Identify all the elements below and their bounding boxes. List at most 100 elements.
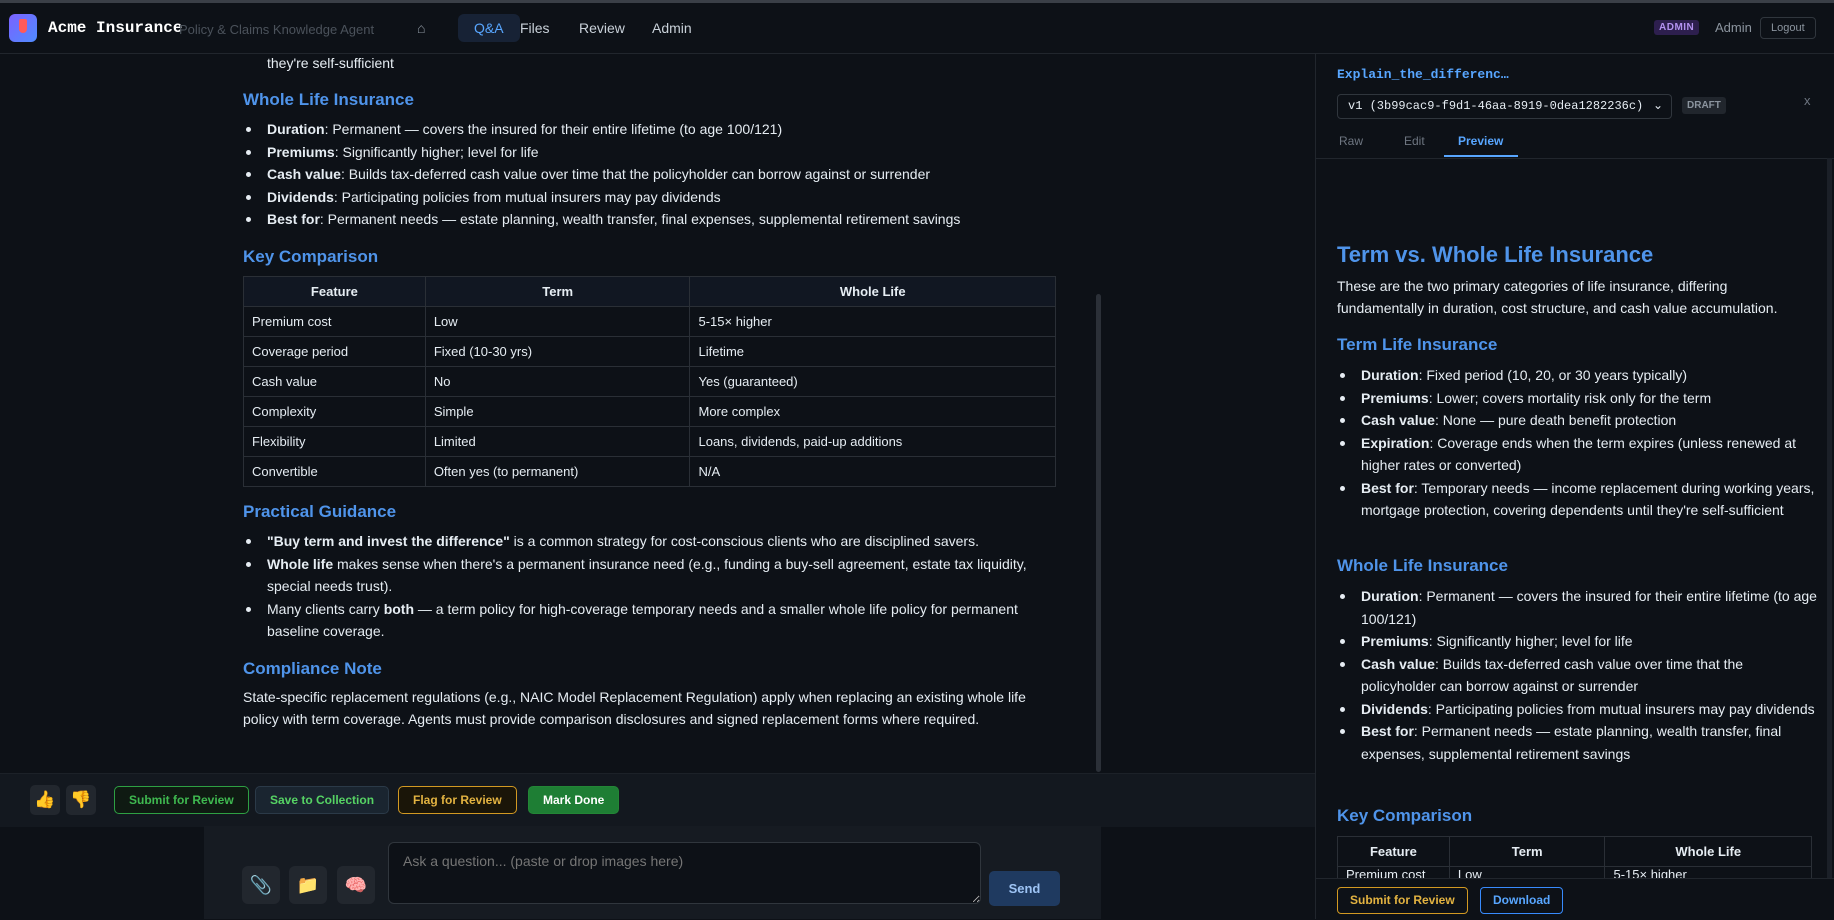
- table-header-row: Feature Term Whole Life: [243, 276, 1056, 307]
- list-item: Cash value: None — pure death benefit pr…: [1337, 409, 1817, 432]
- list-item-text: : Lower; covers mortality risk only for …: [1428, 389, 1712, 406]
- table-cell: Premium cost: [243, 306, 426, 337]
- view-tabs: Raw Edit Preview: [1316, 128, 1834, 159]
- tab-edit[interactable]: Edit: [1404, 134, 1425, 148]
- table-cell: Limited: [424, 426, 691, 457]
- brain-icon[interactable]: 🧠: [337, 866, 375, 904]
- table-cell: Low: [424, 306, 691, 337]
- tab-preview[interactable]: Preview: [1458, 134, 1503, 148]
- mark-done-button[interactable]: Mark Done: [528, 786, 620, 814]
- preview-term-heading: Term Life Insurance: [1337, 335, 1498, 354]
- table-row: Cash value No Yes (guaranteed): [243, 366, 1056, 397]
- active-tab-indicator: [1444, 155, 1518, 157]
- version-select[interactable]: v1 (3b99cac9-f9d1-46aa-8919-0dea1282236c…: [1337, 94, 1672, 119]
- preview-whole-heading: Whole Life Insurance: [1337, 556, 1508, 575]
- answer-actions: 👍 👎 Submit for Review Save to Collection…: [0, 773, 1315, 827]
- table-row: Premium cost Low 5-15× higher: [1337, 866, 1812, 878]
- table-cell: 5-15× higher: [1604, 866, 1812, 878]
- whole-life-list: Duration: Permanent — covers the insured…: [243, 118, 1063, 231]
- preview-comparison-table: Feature Term Whole Life Premium cost Low 5-15…: [1337, 836, 1812, 878]
- document-panel: Explain_the_differenc… x v1 (3b99cac9-f9…: [1315, 54, 1834, 920]
- flag-for-review-button[interactable]: Flag for Review: [398, 786, 517, 814]
- home-icon[interactable]: ⌂: [417, 20, 425, 36]
- key-comparison-heading: Key Comparison: [243, 247, 379, 266]
- list-item-term: Cash value: [1361, 412, 1435, 428]
- table-row: Complexity Simple More complex: [243, 396, 1056, 427]
- list-item: Cash value: Builds tax-deferred cash val…: [1337, 653, 1817, 698]
- table-cell: More complex: [689, 396, 1056, 427]
- thumbs-up-icon[interactable]: 👍: [30, 785, 60, 815]
- preview-scrollbar[interactable]: [1827, 158, 1832, 878]
- list-item-text: : Temporary needs — income replacement d…: [1361, 479, 1815, 519]
- list-item-text: is a common strategy for cost-conscious …: [509, 533, 979, 549]
- version-select-value: v1 (3b99cac9-f9d1-46aa-8919-0dea1282236c…: [1348, 99, 1644, 113]
- table-cell: Coverage period: [243, 336, 426, 367]
- list-item: Premiums: Significantly higher; level fo…: [243, 141, 1063, 164]
- nav-tab-review[interactable]: Review: [563, 14, 641, 42]
- composer: 📎 📁 🧠 Send: [204, 826, 1101, 919]
- list-item-term: Premiums: [1361, 633, 1429, 649]
- list-item: Best for: Permanent needs — estate plann…: [1337, 720, 1817, 765]
- list-item-term: Best for: [1361, 723, 1414, 739]
- thumbs-down-icon[interactable]: 👎: [66, 785, 96, 815]
- list-item-text: : Participating policies from mutual ins…: [333, 188, 721, 205]
- doc-submit-for-review-button[interactable]: Submit for Review: [1337, 887, 1468, 914]
- list-item: Duration: Fixed period (10, 20, or 30 ye…: [1337, 364, 1817, 387]
- table-row: Flexibility Limited Loans, dividends, paid…: [243, 426, 1056, 457]
- folder-icon[interactable]: 📁: [289, 866, 327, 904]
- list-item-term: Best for: [1361, 479, 1414, 496]
- preview-whole-list: Duration: Permanent — covers the insured…: [1337, 585, 1817, 765]
- nav-tab-admin[interactable]: Admin: [636, 14, 708, 42]
- logout-button[interactable]: Logout: [1760, 17, 1816, 39]
- draft-badge: DRAFT: [1682, 97, 1726, 114]
- table-cell: Often yes (to permanent): [424, 456, 691, 487]
- table-header-cell: Whole Life: [689, 276, 1056, 307]
- table-cell: No: [424, 366, 691, 397]
- nav-tab-files[interactable]: Files: [504, 14, 566, 42]
- list-item: Best for: Temporary needs — income repla…: [1337, 477, 1817, 522]
- list-item-term: Cash value: [1361, 655, 1435, 672]
- close-icon[interactable]: x: [1804, 93, 1811, 108]
- compliance-heading: Compliance Note: [243, 659, 382, 678]
- list-item-text: : Participating policies from mutual ins…: [1427, 700, 1815, 717]
- list-item: Dividends: Participating policies from m…: [243, 186, 1063, 209]
- list-item-text: : Permanent needs — estate planning, wea…: [319, 211, 961, 227]
- list-item-text: : None — pure death benefit protection: [1434, 412, 1677, 428]
- tab-raw[interactable]: Raw: [1339, 134, 1363, 148]
- list-item: "Buy term and invest the difference" is …: [243, 530, 1063, 553]
- list-item: Whole life makes sense when there's a pe…: [243, 553, 1063, 598]
- list-item-text: : Significantly higher; level for life: [334, 143, 539, 160]
- table-row: Convertible Often yes (to permanent) N/A: [243, 456, 1056, 487]
- send-button[interactable]: Send: [989, 871, 1060, 906]
- table-cell: Simple: [424, 396, 691, 427]
- list-item-term: Cash value: [267, 166, 341, 182]
- table-cell: Cash value: [243, 366, 426, 397]
- brand-subtitle: Policy & Claims Knowledge Agent: [179, 22, 375, 37]
- table-header-row: Feature Term Whole Life: [1337, 836, 1812, 867]
- list-item-term: Dividends: [267, 188, 334, 205]
- list-item-term: Expiration: [1361, 434, 1430, 451]
- brand-name: Acme Insurance: [48, 19, 183, 37]
- table-header-cell: Whole Life: [1604, 836, 1812, 867]
- app-logo-icon: [9, 14, 37, 42]
- comparison-table: Feature Term Whole Life Premium cost Low 5-15…: [243, 276, 1056, 487]
- chevron-down-icon: ⌄: [1652, 99, 1663, 113]
- list-item-text: : Builds tax-deferred cash value over ti…: [340, 166, 931, 182]
- download-button[interactable]: Download: [1480, 887, 1564, 914]
- chat-scrollbar[interactable]: [1096, 294, 1101, 772]
- question-input[interactable]: [388, 842, 981, 904]
- table-cell: Fixed (10-30 yrs): [424, 336, 691, 367]
- table-cell: Premium cost: [1337, 866, 1450, 878]
- list-item-text: : Fixed period (10, 20, or 30 years typi…: [1418, 367, 1688, 383]
- answer-fragment: they're self-sufficient: [267, 55, 394, 71]
- list-item-text: : Significantly higher; level for life: [1428, 633, 1633, 649]
- save-to-collection-button[interactable]: Save to Collection: [255, 786, 390, 814]
- list-item-term: Duration: [1361, 588, 1419, 604]
- submit-for-review-button[interactable]: Submit for Review: [114, 786, 249, 814]
- table-header-cell: Term: [424, 276, 691, 307]
- list-item-term: Duration: [1361, 367, 1419, 383]
- list-item-term: Premiums: [267, 143, 335, 160]
- list-item-text: : Permanent — covers the insured for the…: [324, 121, 783, 137]
- attach-icon[interactable]: 📎: [242, 866, 280, 904]
- table-cell: Yes (guaranteed): [689, 366, 1056, 397]
